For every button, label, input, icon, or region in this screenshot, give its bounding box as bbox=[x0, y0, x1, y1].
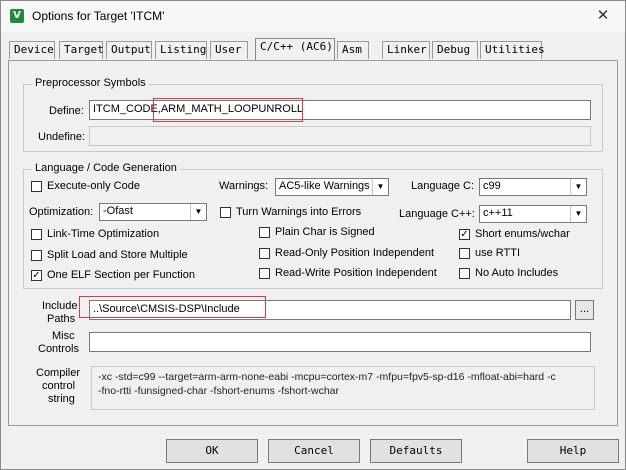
language-c-value: c99 bbox=[483, 180, 501, 192]
one-elf-checkbox[interactable]: ✓ bbox=[31, 270, 42, 281]
defaults-button[interactable]: Defaults bbox=[370, 439, 462, 463]
optimization-value: -Ofast bbox=[103, 205, 133, 217]
tab-target[interactable]: Target bbox=[59, 41, 104, 59]
include-highlight-box bbox=[79, 296, 266, 318]
ok-button[interactable]: OK bbox=[166, 439, 258, 463]
execute-only-label: Execute-only Code bbox=[47, 180, 140, 192]
use-rtti-checkbox[interactable] bbox=[459, 248, 470, 259]
turn-warnings-label: Turn Warnings into Errors bbox=[236, 206, 362, 218]
chevron-down-icon: ▼ bbox=[570, 206, 586, 222]
misc-controls-field[interactable] bbox=[89, 332, 591, 352]
help-button[interactable]: Help bbox=[527, 439, 619, 463]
compiler-label: Compiler bbox=[36, 367, 81, 379]
plain-char-label: Plain Char is Signed bbox=[275, 226, 375, 238]
chevron-down-icon: ▼ bbox=[570, 179, 586, 195]
warnings-value: AC5-like Warnings bbox=[279, 180, 370, 192]
controls-label: Controls bbox=[38, 343, 79, 355]
optimization-select[interactable]: -Ofast ▼ bbox=[99, 203, 207, 221]
tab-linker[interactable]: Linker bbox=[382, 41, 430, 59]
no-auto-includes-label: No Auto Includes bbox=[475, 267, 559, 279]
short-enums-label: Short enums/wchar bbox=[475, 228, 570, 240]
optimization-label: Optimization: bbox=[29, 206, 94, 218]
language-cpp-label: Language C++: bbox=[399, 208, 475, 220]
tab-user[interactable]: User bbox=[210, 41, 248, 59]
link-time-label: Link-Time Optimization bbox=[47, 228, 160, 240]
split-load-label: Split Load and Store Multiple bbox=[47, 249, 188, 261]
compiler-string-line1: -xc -std=c99 --target=arm-arm-none-eabi … bbox=[98, 371, 556, 383]
tab-output[interactable]: Output bbox=[106, 41, 152, 59]
warnings-select[interactable]: AC5-like Warnings ▼ bbox=[275, 178, 389, 196]
ropi-label: Read-Only Position Independent bbox=[275, 247, 434, 259]
language-group-title: Language / Code Generation bbox=[32, 162, 180, 174]
use-rtti-label: use RTTI bbox=[475, 247, 521, 259]
split-load-checkbox[interactable] bbox=[31, 250, 42, 261]
language-c-select[interactable]: c99 ▼ bbox=[479, 178, 587, 196]
ropi-checkbox[interactable] bbox=[259, 248, 270, 259]
define-highlight-box bbox=[153, 98, 303, 122]
window-title: Options for Target 'ITCM' bbox=[32, 9, 165, 23]
language-c-label: Language C: bbox=[411, 180, 474, 192]
tab-listing[interactable]: Listing bbox=[155, 41, 207, 59]
rwpi-label: Read-Write Position Independent bbox=[275, 267, 437, 279]
define-label: Define: bbox=[49, 105, 84, 117]
paths-label: Paths bbox=[47, 313, 76, 325]
turn-warnings-checkbox[interactable] bbox=[220, 207, 231, 218]
short-enums-checkbox[interactable]: ✓ bbox=[459, 229, 470, 240]
tab-device[interactable]: Device bbox=[9, 41, 55, 59]
language-cpp-select[interactable]: c++11 ▼ bbox=[479, 205, 587, 223]
title-bar: V Options for Target 'ITCM' ✕ bbox=[1, 1, 625, 32]
keil-app-icon: V bbox=[10, 9, 24, 23]
execute-only-checkbox[interactable] bbox=[31, 181, 42, 192]
chevron-down-icon: ▼ bbox=[190, 204, 206, 220]
plain-char-checkbox[interactable] bbox=[259, 227, 270, 238]
options-dialog: V Options for Target 'ITCM' ✕ Device Tar… bbox=[0, 0, 626, 470]
browse-include-button[interactable]: ... bbox=[575, 300, 594, 320]
rwpi-checkbox[interactable] bbox=[259, 268, 270, 279]
chevron-down-icon: ▼ bbox=[372, 179, 388, 195]
link-time-checkbox[interactable] bbox=[31, 229, 42, 240]
one-elf-label: One ELF Section per Function bbox=[47, 269, 195, 281]
control-label: control bbox=[42, 380, 76, 392]
no-auto-includes-checkbox[interactable] bbox=[459, 268, 470, 279]
compiler-string-line2: -fno-rtti -funsigned-char -fshort-enums … bbox=[98, 385, 339, 397]
tab-cc-ac6[interactable]: C/C++ (AC6) bbox=[255, 38, 335, 60]
tab-utilities[interactable]: Utilities bbox=[480, 41, 545, 59]
include-label: Include bbox=[42, 300, 78, 312]
compiler-control-string: -xc -std=c99 --target=arm-arm-none-eabi … bbox=[91, 366, 595, 410]
tab-debug[interactable]: Debug bbox=[432, 41, 478, 59]
preprocessor-group-title: Preprocessor Symbols bbox=[32, 77, 149, 89]
misc-label: Misc bbox=[52, 330, 75, 342]
close-icon[interactable]: ✕ bbox=[593, 6, 613, 26]
tab-asm[interactable]: Asm bbox=[337, 41, 369, 59]
warnings-label: Warnings: bbox=[219, 180, 269, 192]
undefine-field[interactable] bbox=[89, 126, 591, 146]
language-cpp-value: c++11 bbox=[483, 207, 513, 219]
undefine-label: Undefine: bbox=[38, 131, 86, 143]
string-label: string bbox=[48, 393, 75, 405]
cancel-button[interactable]: Cancel bbox=[268, 439, 360, 463]
